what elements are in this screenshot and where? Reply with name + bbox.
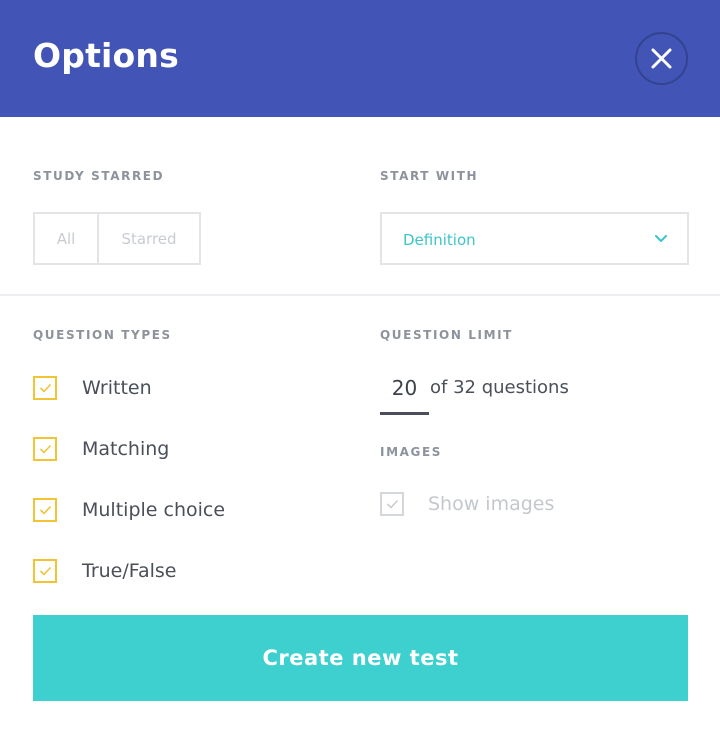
question-type-matching[interactable]: Matching — [33, 436, 169, 462]
create-new-test-button[interactable]: Create new test — [33, 615, 688, 701]
checkbox[interactable] — [33, 376, 57, 400]
checkbox[interactable] — [33, 559, 57, 583]
question-limit-suffix: of 32 questions — [430, 377, 569, 398]
start-with-label: START WITH — [380, 169, 479, 183]
question-limit-input[interactable]: 20 — [380, 373, 429, 415]
question-type-multiple-choice[interactable]: Multiple choice — [33, 497, 225, 523]
start-with-select[interactable]: Definition — [380, 212, 689, 265]
images-label: IMAGES — [380, 445, 442, 459]
study-starred-toggle: All Starred — [33, 212, 201, 265]
close-icon — [651, 48, 672, 69]
question-type-true-false[interactable]: True/False — [33, 558, 176, 584]
checkmark-icon — [39, 505, 51, 515]
checkmark-icon — [39, 383, 51, 393]
study-starred-option[interactable]: Starred — [99, 214, 199, 263]
question-type-label: True/False — [82, 560, 177, 582]
study-all-option[interactable]: All — [35, 214, 99, 263]
show-images-checkbox[interactable] — [380, 492, 404, 516]
page-title: Options — [33, 36, 179, 75]
checkmark-icon — [39, 444, 51, 454]
question-types-label: QUESTION TYPES — [33, 328, 172, 342]
options-header: Options — [0, 0, 720, 117]
checkmark-icon — [386, 499, 398, 509]
create-new-test-label: Create new test — [262, 646, 459, 670]
show-images-option[interactable]: Show images — [380, 491, 554, 517]
question-type-label: Matching — [82, 438, 170, 460]
close-button[interactable] — [635, 32, 688, 85]
start-with-value: Definition — [403, 231, 476, 249]
question-limit-label: QUESTION LIMIT — [380, 328, 513, 342]
checkbox[interactable] — [33, 498, 57, 522]
question-type-written[interactable]: Written — [33, 375, 152, 401]
study-starred-label: STUDY STARRED — [33, 169, 165, 183]
chevron-down-icon — [655, 235, 667, 242]
question-type-label: Multiple choice — [82, 499, 226, 521]
checkmark-icon — [39, 566, 51, 576]
show-images-label: Show images — [428, 493, 555, 515]
section-divider — [0, 294, 720, 296]
checkbox[interactable] — [33, 437, 57, 461]
question-type-label: Written — [82, 377, 152, 399]
